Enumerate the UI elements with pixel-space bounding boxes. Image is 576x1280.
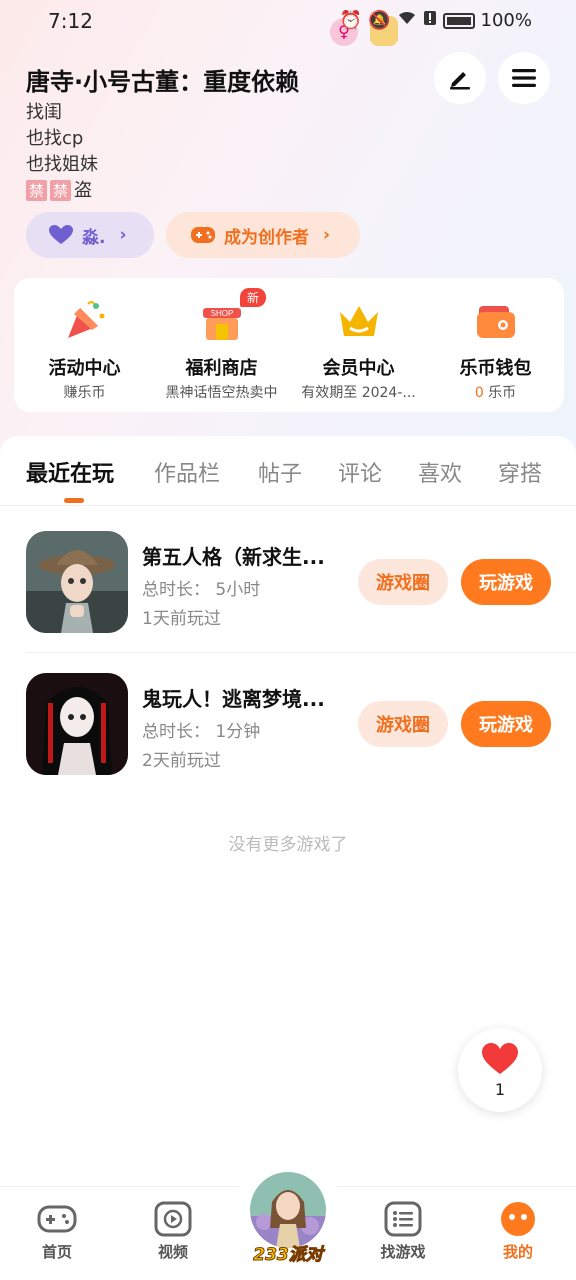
quick-label: 会员中心 bbox=[322, 358, 395, 379]
no-more-games-text: 没有更多游戏了 bbox=[228, 835, 348, 855]
menu-button[interactable] bbox=[498, 52, 550, 104]
game-list-item[interactable]: 第五人格（新求生... 总时长： 5小时 1天前玩过 游戏圈 玩游戏 bbox=[0, 531, 576, 671]
crown-icon bbox=[340, 306, 378, 336]
quick-sub: 0 乐币 bbox=[427, 382, 564, 402]
nav-label: 首页 bbox=[41, 1243, 72, 1261]
nav-find-games[interactable]: 找游戏 bbox=[358, 1201, 448, 1262]
wallet-icon bbox=[477, 306, 515, 338]
play-game-button[interactable]: 玩游戏 bbox=[461, 701, 551, 747]
creator-label: 成为创作者 bbox=[224, 227, 309, 248]
welfare-shop-entry[interactable]: SHOP 福利商店 黑神话悟空热卖中 bbox=[153, 278, 290, 412]
quick-label: 福利商店 bbox=[185, 358, 258, 379]
nav-label: 找游戏 bbox=[380, 1243, 426, 1261]
game-last-played: 1天前玩过 bbox=[142, 609, 221, 629]
forbid-tag: 禁 bbox=[50, 180, 72, 201]
shop-icon-text: SHOP bbox=[211, 309, 234, 318]
game-icon[interactable] bbox=[26, 531, 128, 633]
tab-indicator bbox=[64, 498, 84, 503]
status-bar: 7:12 ♀ ⏰ 🔕 100% bbox=[0, 0, 576, 46]
follow-relation-button[interactable]: 淼. › bbox=[26, 212, 154, 258]
like-float-button[interactable]: 1 bbox=[458, 1028, 542, 1112]
bio-line: 也找cp bbox=[26, 128, 84, 149]
quick-sub: 赚乐币 bbox=[63, 385, 106, 401]
bio-line: 也找姐妹 bbox=[26, 154, 98, 175]
quick-sub: 黑神话悟空热卖中 bbox=[165, 385, 278, 401]
tab-posts[interactable]: 帖子 bbox=[258, 456, 302, 488]
game-circle-button[interactable]: 游戏圈 bbox=[358, 559, 448, 605]
quick-label: 乐币钱包 bbox=[459, 358, 532, 379]
chevron-right-icon: › bbox=[119, 225, 127, 245]
game-icon[interactable] bbox=[26, 673, 128, 775]
hamburger-icon bbox=[512, 69, 536, 87]
mute-icon: 🔕 bbox=[368, 10, 391, 31]
sim-alert-icon bbox=[423, 10, 437, 31]
edit-button[interactable] bbox=[434, 52, 486, 104]
tab-comments[interactable]: 评论 bbox=[338, 456, 382, 488]
game-last-played: 2天前玩过 bbox=[142, 751, 221, 771]
forbid-tag: 禁 bbox=[26, 180, 48, 201]
nav-label: 视频 bbox=[157, 1243, 188, 1261]
coin-balance: 0 bbox=[474, 385, 484, 401]
battery-percent: 100% bbox=[480, 10, 532, 31]
status-icons: ⏰ 🔕 100% bbox=[340, 10, 532, 31]
game-circle-button[interactable]: 游戏圈 bbox=[358, 701, 448, 747]
like-count: 1 bbox=[494, 1080, 506, 1099]
bio-line: 禁禁盗 bbox=[26, 176, 92, 202]
nav-home[interactable]: 首页 bbox=[12, 1201, 102, 1262]
shop-icon: SHOP bbox=[203, 308, 241, 340]
party-popper-icon bbox=[68, 301, 105, 338]
game-title: 鬼玩人！逃离梦境... bbox=[142, 687, 325, 711]
gamepad-icon bbox=[37, 1205, 77, 1233]
smiley-face-icon bbox=[501, 1202, 535, 1236]
game-duration: 总时长： 1分钟 bbox=[142, 722, 261, 742]
activity-center-entry[interactable]: 活动中心 赚乐币 bbox=[16, 278, 153, 412]
heart-link-icon bbox=[49, 225, 73, 244]
vip-center-entry[interactable]: 会员中心 有效期至 2024-... bbox=[290, 278, 427, 412]
nav-label: 我的 bbox=[502, 1243, 533, 1261]
new-badge: 新 bbox=[240, 288, 267, 307]
bio-tail: 盗 bbox=[74, 180, 93, 201]
pen-icon bbox=[450, 72, 470, 90]
coin-wallet-entry[interactable]: 乐币钱包 0 乐币 bbox=[427, 278, 564, 412]
chevron-right-icon: › bbox=[323, 225, 331, 245]
nav-video[interactable]: 视频 bbox=[128, 1201, 218, 1262]
nav-mine[interactable]: 我的 bbox=[473, 1201, 563, 1262]
profile-name: 唐寺·小号古董：重度依赖 bbox=[26, 68, 300, 96]
game-title: 第五人格（新求生... bbox=[142, 545, 325, 569]
tab-recent-played[interactable]: 最近在玩 bbox=[26, 456, 114, 488]
tab-outfits[interactable]: 穿搭 bbox=[498, 456, 542, 488]
become-creator-button[interactable]: 成为创作者 › bbox=[166, 212, 360, 258]
profile-tabs: 最近在玩 作品栏 帖子 评论 喜欢 穿搭 bbox=[0, 436, 576, 506]
follow-label: 淼. bbox=[82, 227, 106, 248]
party-label[interactable]: 233派对 bbox=[246, 1240, 330, 1266]
battery-icon bbox=[442, 12, 475, 29]
wifi-icon bbox=[397, 10, 417, 31]
bio-line: 找闺 bbox=[26, 102, 62, 123]
quick-entry-card: 活动中心 赚乐币 SHOP 福利商店 黑神话悟空热卖中 会员中心 有效期至 20… bbox=[14, 278, 564, 412]
quick-label: 活动中心 bbox=[48, 358, 121, 379]
game-list-item[interactable]: 鬼玩人！逃离梦境... 总时长： 1分钟 2天前玩过 游戏圈 玩游戏 bbox=[0, 673, 576, 813]
quick-sub: 有效期至 2024-... bbox=[301, 385, 416, 401]
status-time: 7:12 bbox=[48, 9, 93, 33]
party-avatar[interactable] bbox=[250, 1172, 326, 1248]
game-duration: 总时长： 5小时 bbox=[142, 580, 261, 600]
play-game-button[interactable]: 玩游戏 bbox=[461, 559, 551, 605]
tab-likes[interactable]: 喜欢 bbox=[418, 456, 462, 488]
list-icon bbox=[384, 1201, 422, 1237]
heart-icon bbox=[482, 1043, 518, 1074]
play-video-icon bbox=[154, 1201, 192, 1237]
coin-unit: 乐币 bbox=[483, 385, 517, 401]
tab-works[interactable]: 作品栏 bbox=[154, 456, 220, 488]
alarm-icon: ⏰ bbox=[339, 10, 363, 31]
list-divider bbox=[26, 652, 576, 653]
gamepad-icon bbox=[191, 227, 215, 243]
